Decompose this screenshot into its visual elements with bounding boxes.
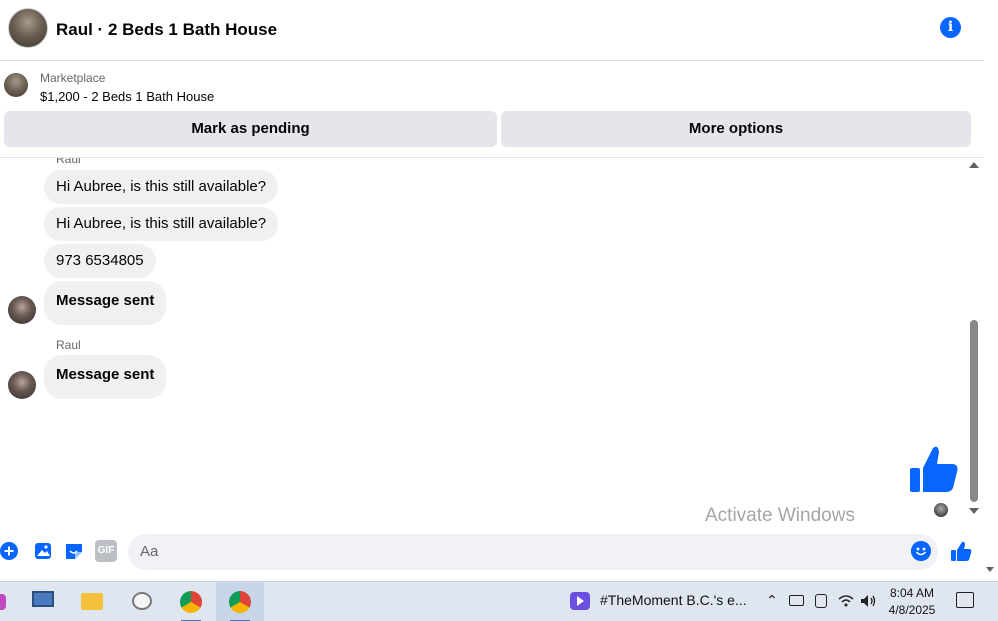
message-bubble[interactable]: Hi Aubree, is this still available?: [44, 207, 279, 241]
sender-name: Raul: [56, 338, 81, 352]
media-title: #TheMoment B.C.'s e...: [600, 592, 747, 608]
play-icon: [570, 592, 590, 611]
message-bubble[interactable]: Hi Aubree, is this still available?: [44, 170, 279, 204]
seen-avatar: [934, 503, 948, 517]
battery-icon[interactable]: [789, 595, 804, 606]
message-bubble[interactable]: 973 6534805: [44, 244, 156, 278]
chevron-up-icon[interactable]: ⌃: [766, 592, 778, 609]
scroll-down-arrow[interactable]: [969, 508, 979, 514]
message-bubble[interactable]: Message sent: [44, 355, 167, 399]
taskbar-app-partial[interactable]: [0, 582, 18, 621]
photo-icon[interactable]: [32, 540, 54, 562]
listing-thumbnail[interactable]: [4, 73, 28, 97]
scrollbar-thumb[interactable]: [970, 320, 978, 502]
add-icon[interactable]: [0, 540, 22, 562]
computer-icon: [32, 591, 54, 607]
listing-title[interactable]: $1,200 - 2 Beds 1 Bath House: [40, 89, 214, 104]
notification-icon[interactable]: [956, 592, 974, 608]
marketplace-label: Marketplace: [40, 71, 106, 85]
conversation-avatar[interactable]: [8, 8, 48, 48]
app-icon: [0, 594, 6, 610]
like-button-icon[interactable]: [950, 540, 972, 562]
windows-taskbar: #TheMoment B.C.'s e... ⌃ 8:04 AM 4/8/202…: [0, 581, 998, 621]
device-icon[interactable]: [815, 594, 827, 608]
page-scroll-down-arrow[interactable]: [986, 567, 994, 572]
folder-icon: [81, 593, 103, 610]
thumbs-up-icon: [910, 446, 958, 492]
taskbar-app-chrome[interactable]: [172, 582, 210, 621]
conversation-title[interactable]: Raul · 2 Beds 1 Bath House: [56, 20, 277, 40]
message-composer: GIF Aa: [0, 530, 984, 574]
media-widget[interactable]: #TheMoment B.C.'s e...: [570, 592, 747, 611]
sticker-icon[interactable]: [63, 540, 85, 562]
taskbar-app-paint[interactable]: [123, 582, 161, 621]
message-thread[interactable]: Raul Hi Aubree, is this still available?…: [0, 158, 966, 530]
emoji-icon[interactable]: [911, 541, 931, 561]
sender-avatar[interactable]: [8, 371, 36, 399]
taskbar-app-chrome-profile[interactable]: [216, 582, 264, 621]
marketplace-listing-bar: Marketplace $1,200 - 2 Beds 1 Bath House…: [0, 62, 984, 158]
chrome-icon: [180, 591, 202, 613]
more-options-button[interactable]: More options: [501, 111, 971, 147]
sender-name: Raul: [56, 158, 81, 166]
wifi-icon[interactable]: [838, 594, 854, 608]
info-icon[interactable]: i: [940, 17, 961, 38]
system-clock[interactable]: 8:04 AM 4/8/2025: [888, 585, 936, 619]
volume-icon[interactable]: [860, 594, 878, 608]
mark-as-pending-button[interactable]: Mark as pending: [4, 111, 497, 147]
taskbar-app-file-explorer[interactable]: [73, 582, 111, 621]
clock-date: 4/8/2025: [888, 603, 936, 617]
chrome-icon: [229, 591, 251, 613]
gif-icon[interactable]: GIF: [95, 540, 117, 562]
message-bubble[interactable]: Message sent: [44, 281, 167, 325]
message-input[interactable]: Aa: [128, 534, 938, 570]
thread-scrollbar[interactable]: [966, 158, 984, 520]
clock-time: 8:04 AM: [889, 586, 935, 600]
conversation-header: Raul · 2 Beds 1 Bath House i: [0, 0, 984, 61]
sender-avatar[interactable]: [8, 296, 36, 324]
paint-icon: [132, 592, 152, 610]
taskbar-app-computer[interactable]: [24, 582, 62, 621]
scroll-up-arrow[interactable]: [969, 162, 979, 168]
